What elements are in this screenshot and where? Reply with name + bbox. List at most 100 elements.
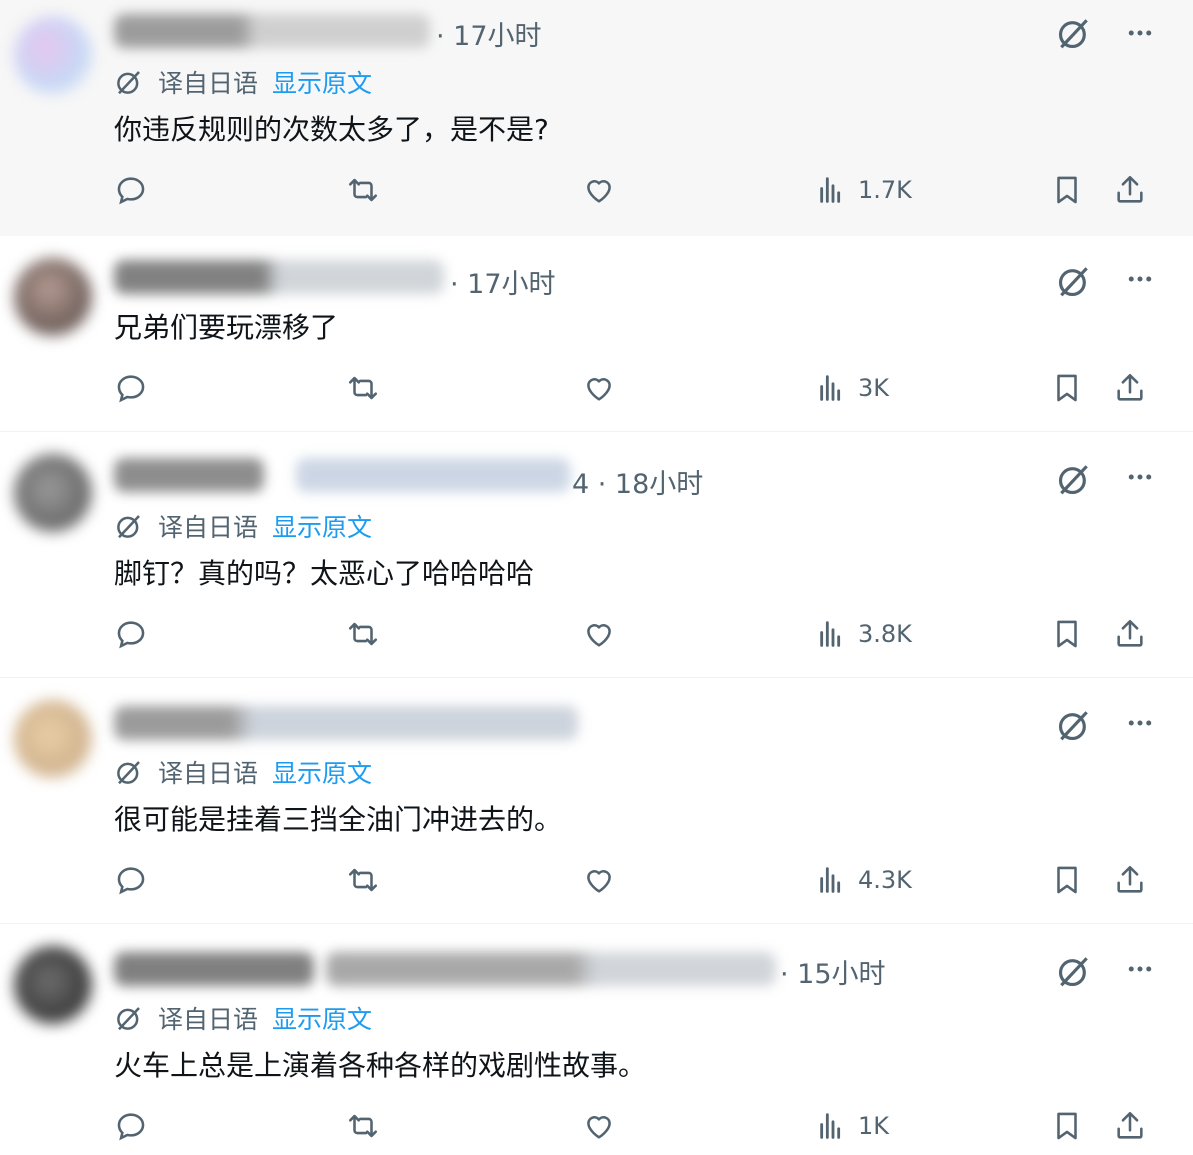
like-icon bbox=[587, 378, 611, 401]
more-icon[interactable] bbox=[1123, 462, 1157, 492]
share-icon bbox=[1117, 1111, 1143, 1139]
bookmark-button[interactable] bbox=[1050, 614, 1084, 654]
share-button[interactable] bbox=[1113, 860, 1147, 900]
action-bar: 3K bbox=[0, 368, 1193, 408]
show-original-link[interactable]: 显示原文 bbox=[272, 1000, 372, 1036]
reply-button[interactable] bbox=[114, 170, 148, 210]
post-timestamp[interactable]: · 17小时 bbox=[436, 14, 542, 53]
like-button[interactable] bbox=[582, 1106, 616, 1146]
bookmark-icon bbox=[1057, 176, 1077, 204]
more-icon[interactable] bbox=[1123, 18, 1157, 48]
handle-blurred[interactable] bbox=[326, 952, 776, 986]
reply-post[interactable]: 译自日语 显示原文 很可能是挂着三挡全油门冲进去的。 4.3K bbox=[0, 678, 1193, 924]
author-name-blurred[interactable] bbox=[114, 14, 430, 48]
reply-post[interactable]: 4 · 18小时 译自日语 显示原文 脚钉？真的吗？太恶心了哈哈哈哈 3.8K bbox=[0, 432, 1193, 678]
translated-from-label: 译自日语 bbox=[158, 1005, 259, 1034]
views-count: 3K bbox=[858, 374, 890, 402]
reply-icon bbox=[117, 375, 145, 403]
views-button[interactable]: 1K bbox=[816, 1106, 889, 1146]
show-original-link[interactable]: 显示原文 bbox=[272, 64, 372, 100]
views-icon bbox=[820, 1113, 841, 1139]
bookmark-button[interactable] bbox=[1050, 860, 1084, 900]
like-icon bbox=[587, 870, 611, 893]
bookmark-button[interactable] bbox=[1050, 368, 1084, 408]
grok-icon[interactable] bbox=[1055, 14, 1093, 52]
views-button[interactable]: 1.7K bbox=[816, 170, 912, 210]
share-button[interactable] bbox=[1113, 614, 1147, 654]
views-button[interactable]: 3K bbox=[816, 368, 889, 408]
action-bar: 1K bbox=[0, 1106, 1193, 1146]
retweet-button[interactable] bbox=[346, 614, 380, 654]
translate-icon bbox=[117, 515, 140, 539]
reply-post[interactable]: · 17小时 译自日语 显示原文 你违反规则的次数太多了，是不是? 1.7K bbox=[0, 0, 1193, 236]
bookmark-icon bbox=[1057, 620, 1077, 648]
more-icon[interactable] bbox=[1123, 708, 1157, 738]
bookmark-icon bbox=[1057, 866, 1077, 894]
avatar[interactable] bbox=[14, 16, 92, 94]
reply-button[interactable] bbox=[114, 614, 148, 654]
like-icon bbox=[587, 1116, 611, 1139]
like-button[interactable] bbox=[582, 368, 616, 408]
reply-button[interactable] bbox=[114, 860, 148, 900]
share-icon bbox=[1117, 865, 1143, 893]
action-bar: 3.8K bbox=[0, 614, 1193, 654]
action-bar: 4.3K bbox=[0, 860, 1193, 900]
share-icon bbox=[1117, 175, 1143, 203]
translation-line: 译自日语 显示原文 bbox=[114, 508, 372, 544]
avatar[interactable] bbox=[14, 454, 92, 532]
grok-icon[interactable] bbox=[1055, 952, 1093, 990]
reply-button[interactable] bbox=[114, 368, 148, 408]
avatar[interactable] bbox=[14, 946, 92, 1024]
views-icon bbox=[820, 621, 841, 647]
reply-post[interactable]: · 17小时 兄弟们要玩漂移了 3K bbox=[0, 236, 1193, 432]
post-timestamp[interactable]: · 15小时 bbox=[780, 952, 886, 991]
bookmark-button[interactable] bbox=[1050, 1106, 1084, 1146]
like-icon bbox=[587, 624, 611, 647]
like-button[interactable] bbox=[582, 170, 616, 210]
retweet-icon bbox=[348, 1114, 378, 1138]
show-original-link[interactable]: 显示原文 bbox=[272, 754, 372, 790]
reply-button[interactable] bbox=[114, 1106, 148, 1146]
post-text: 火车上总是上演着各种各样的戏剧性故事。 bbox=[114, 1049, 647, 1082]
views-button[interactable]: 3.8K bbox=[816, 614, 912, 654]
views-count: 4.3K bbox=[858, 866, 912, 894]
like-icon bbox=[587, 180, 611, 203]
bookmark-button[interactable] bbox=[1050, 170, 1084, 210]
like-button[interactable] bbox=[582, 860, 616, 900]
views-button[interactable]: 4.3K bbox=[816, 860, 912, 900]
post-timestamp[interactable]: 4 · 18小时 bbox=[572, 462, 703, 501]
grok-icon[interactable] bbox=[1055, 706, 1093, 744]
share-button[interactable] bbox=[1113, 170, 1147, 210]
more-icon[interactable] bbox=[1123, 264, 1157, 294]
author-name-blurred[interactable] bbox=[114, 260, 444, 294]
author-name-blurred[interactable] bbox=[114, 706, 578, 740]
views-icon bbox=[820, 375, 841, 401]
author-name-blurred[interactable] bbox=[114, 458, 264, 492]
translate-icon bbox=[117, 71, 140, 95]
retweet-button[interactable] bbox=[346, 170, 380, 210]
post-text: 你违反规则的次数太多了，是不是? bbox=[114, 113, 549, 146]
views-icon bbox=[820, 867, 841, 893]
grok-icon[interactable] bbox=[1055, 460, 1093, 498]
retweet-icon bbox=[348, 868, 378, 892]
translation-line: 译自日语 显示原文 bbox=[114, 754, 372, 790]
translated-from-label: 译自日语 bbox=[158, 69, 259, 98]
post-text: 脚钉？真的吗？太恶心了哈哈哈哈 bbox=[114, 557, 535, 590]
retweet-button[interactable] bbox=[346, 860, 380, 900]
avatar[interactable] bbox=[14, 258, 92, 336]
handle-blurred[interactable] bbox=[296, 458, 570, 492]
post-text: 很可能是挂着三挡全油门冲进去的。 bbox=[114, 803, 563, 836]
post-timestamp[interactable]: · 17小时 bbox=[450, 262, 556, 301]
show-original-link[interactable]: 显示原文 bbox=[272, 508, 372, 544]
like-button[interactable] bbox=[582, 614, 616, 654]
avatar[interactable] bbox=[14, 700, 92, 778]
reply-post[interactable]: · 15小时 译自日语 显示原文 火车上总是上演着各种各样的戏剧性故事。 1K bbox=[0, 924, 1193, 1155]
share-button[interactable] bbox=[1113, 368, 1147, 408]
views-count: 3.8K bbox=[858, 620, 912, 648]
share-button[interactable] bbox=[1113, 1106, 1147, 1146]
retweet-button[interactable] bbox=[346, 1106, 380, 1146]
grok-icon[interactable] bbox=[1055, 262, 1093, 300]
retweet-button[interactable] bbox=[346, 368, 380, 408]
author-name-blurred[interactable] bbox=[114, 952, 314, 986]
more-icon[interactable] bbox=[1123, 954, 1157, 984]
